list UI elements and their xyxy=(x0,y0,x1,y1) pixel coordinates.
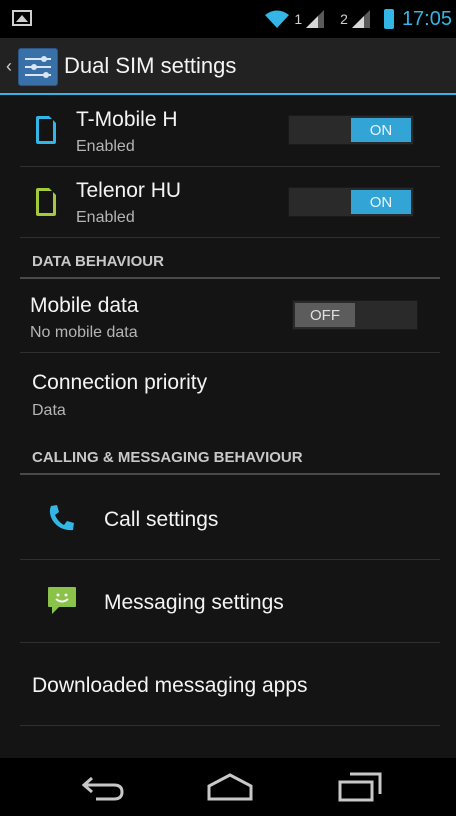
call-settings-label: Call settings xyxy=(104,508,219,531)
section-header-calling-messaging: CALLING & MESSAGING BEHAVIOUR xyxy=(20,439,440,475)
wifi-icon xyxy=(265,10,290,28)
mobile-data-toggle[interactable]: OFF xyxy=(292,300,418,330)
battery-icon xyxy=(383,9,394,29)
status-bar: 1 2 17:05 xyxy=(0,0,456,38)
sim-card-icon xyxy=(36,116,56,144)
section-header-label: DATA BEHAVIOUR xyxy=(32,253,164,270)
sim1-toggle-label: ON xyxy=(351,118,411,142)
call-settings-row[interactable]: Call settings xyxy=(20,477,440,560)
settings-sliders-icon[interactable] xyxy=(18,48,58,86)
sim2-name: Telenor HU xyxy=(76,179,182,202)
downloaded-apps-row[interactable]: Downloaded messaging apps xyxy=(20,643,440,726)
connection-priority-summary: Data xyxy=(32,402,66,419)
mobile-data-summary: No mobile data xyxy=(30,324,138,341)
message-icon xyxy=(48,587,76,614)
section-header-data-behaviour: DATA BEHAVIOUR xyxy=(20,243,440,279)
back-icon[interactable] xyxy=(80,772,128,802)
sim2-row[interactable]: Telenor HU Enabled ON xyxy=(20,167,440,238)
sim1-name: T-Mobile H xyxy=(76,108,178,131)
sim1-indicator: 1 xyxy=(294,11,303,27)
clock: 17:05 xyxy=(401,7,452,30)
signal-icon-sim2 xyxy=(351,10,370,28)
mobile-data-toggle-label: OFF xyxy=(295,303,355,327)
sim2-status: Enabled xyxy=(76,209,135,226)
signal-icon-sim1 xyxy=(306,10,325,28)
page-title: Dual SIM settings xyxy=(64,53,237,78)
sim1-toggle[interactable]: ON xyxy=(288,115,414,145)
sim1-status: Enabled xyxy=(76,138,135,155)
sim1-row[interactable]: T-Mobile H Enabled ON xyxy=(20,96,440,167)
recent-apps-icon[interactable] xyxy=(336,772,384,802)
connection-priority-title: Connection priority xyxy=(32,371,208,394)
messaging-settings-label: Messaging settings xyxy=(104,591,284,614)
home-icon[interactable] xyxy=(206,772,254,802)
downloaded-apps-label: Downloaded messaging apps xyxy=(32,674,308,697)
screen: 1 2 17:05 ‹ Dual SIM settings T-Mobile H… xyxy=(0,0,456,816)
section-header-label: CALLING & MESSAGING BEHAVIOUR xyxy=(32,449,303,466)
action-bar: ‹ Dual SIM settings xyxy=(0,38,456,95)
sim-card-icon xyxy=(36,188,56,216)
connection-priority-row[interactable]: Connection priority Data xyxy=(20,353,440,435)
messaging-settings-row[interactable]: Messaging settings xyxy=(20,560,440,643)
sim2-toggle[interactable]: ON xyxy=(288,187,414,217)
sim2-indicator: 2 xyxy=(340,11,348,27)
image-notification-icon xyxy=(12,10,32,26)
phone-icon xyxy=(49,505,74,531)
up-chevron-icon[interactable]: ‹ xyxy=(6,56,12,77)
navigation-bar xyxy=(0,758,456,816)
mobile-data-row[interactable]: Mobile data No mobile data OFF xyxy=(20,282,440,353)
mobile-data-title: Mobile data xyxy=(30,294,139,317)
sim2-toggle-label: ON xyxy=(351,190,411,214)
